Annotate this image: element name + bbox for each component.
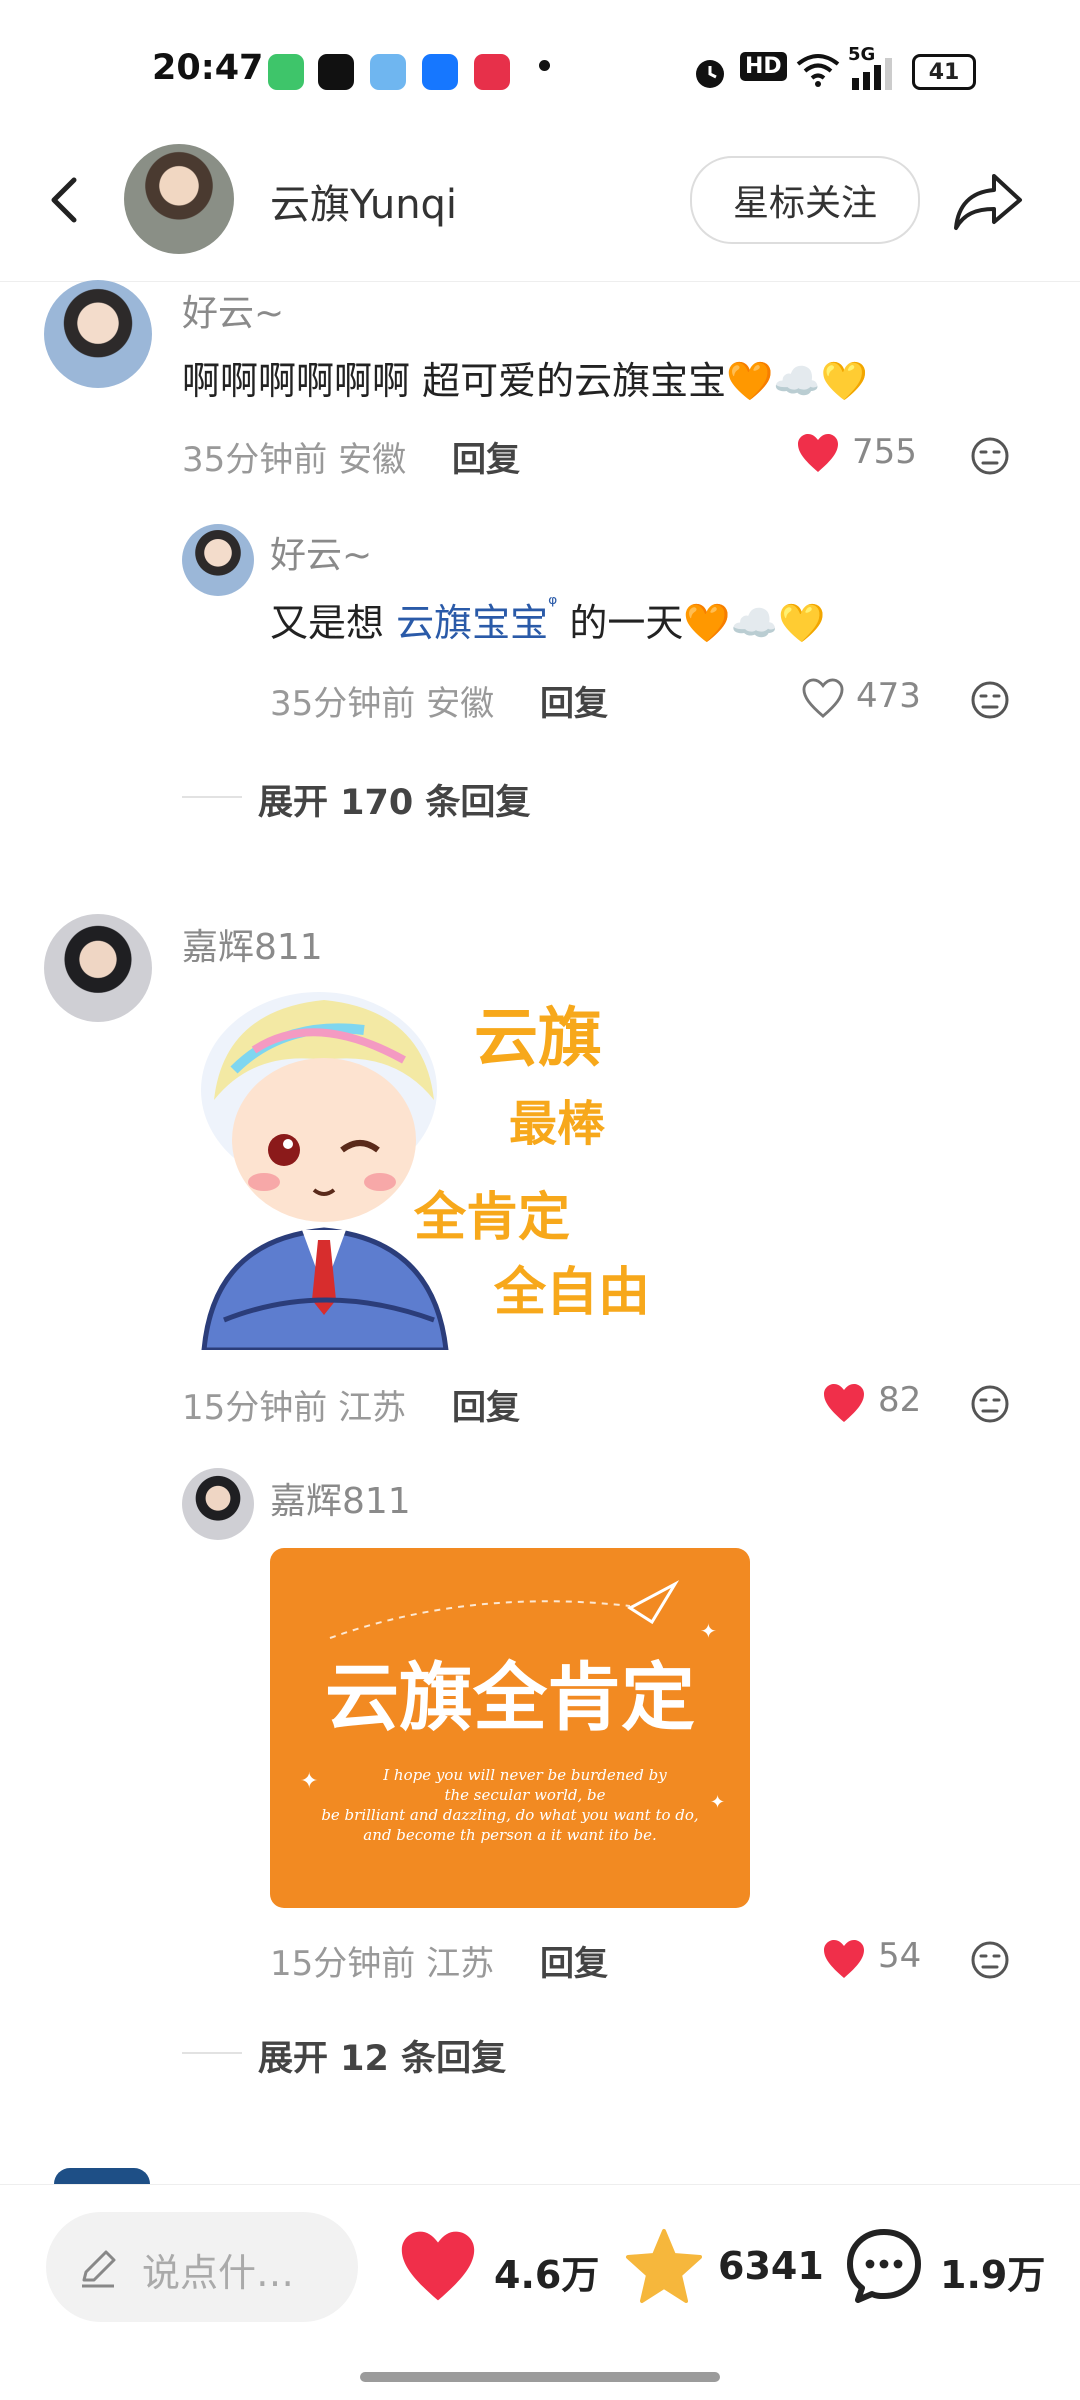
- comment-location: 江苏: [338, 1388, 407, 1428]
- weather-app-icon: [370, 54, 406, 90]
- wifi-icon: [796, 54, 840, 87]
- reply-button[interactable]: 回复: [540, 1936, 608, 1985]
- home-indicator[interactable]: [360, 2372, 720, 2382]
- sticker-text: 全自由: [493, 1263, 650, 1323]
- reply-text-suffix: 的一天🧡☁️💛: [569, 601, 826, 645]
- dislike-face-icon[interactable]: [970, 680, 1010, 720]
- like-total[interactable]: 4.6万: [494, 2244, 599, 2299]
- header-divider: [0, 281, 1080, 282]
- profile-name[interactable]: 云旗Yunqi: [270, 172, 457, 230]
- quote-sticker-icon: 云旗全肯定 I hope you will never be burdened …: [300, 1580, 725, 1844]
- sticker-image[interactable]: 云旗全肯定 I hope you will never be burdened …: [270, 1548, 750, 1908]
- comment-username[interactable]: 嘉辉811: [182, 918, 323, 970]
- comment-time: 35分钟前: [182, 440, 328, 480]
- comment-username[interactable]: 好云~: [182, 284, 284, 336]
- avatar[interactable]: [54, 2168, 150, 2184]
- like-count: 473: [856, 676, 921, 716]
- reply-location: 江苏: [426, 1944, 495, 1984]
- heart-filled-icon[interactable]: [796, 432, 840, 474]
- comment-meta: 15分钟前 江苏: [182, 1380, 406, 1429]
- star-follow-button[interactable]: 星标关注: [690, 156, 920, 244]
- comment-bubble-icon[interactable]: [844, 2226, 924, 2306]
- back-icon[interactable]: [36, 170, 96, 230]
- svg-text:✦: ✦: [300, 1769, 318, 1794]
- sticker-line: the secular world, be: [444, 1786, 605, 1804]
- reply-text-prefix: 又是想: [270, 601, 385, 645]
- comment-location: 安徽: [338, 440, 407, 480]
- sticker-text: 全肯定: [413, 1188, 570, 1248]
- avatar[interactable]: [44, 914, 152, 1022]
- svg-text:✦: ✦: [710, 1792, 725, 1813]
- reply-button[interactable]: 回复: [452, 1380, 520, 1429]
- sticker-line: be brilliant and dazzling, do what you w…: [321, 1806, 698, 1824]
- sticker-line: I hope you will never be burdened by: [382, 1766, 667, 1784]
- sticker-text: 最棒: [509, 1096, 606, 1152]
- comment-meta: 35分钟前 安徽: [182, 432, 406, 481]
- mention-link[interactable]: 云旗宝宝: [396, 601, 548, 645]
- svg-text:✦: ✦: [700, 1619, 717, 1643]
- favorite-total[interactable]: 6341: [718, 2244, 824, 2288]
- avatar[interactable]: [44, 280, 152, 388]
- heart-filled-icon[interactable]: [822, 1938, 866, 1980]
- dislike-face-icon[interactable]: [970, 1384, 1010, 1424]
- avatar[interactable]: [182, 1468, 254, 1540]
- alarm-icon: [696, 60, 724, 88]
- comment-text: 啊啊啊啊啊啊 超可爱的云旗宝宝🧡☁️💛: [182, 359, 869, 403]
- share-icon[interactable]: [950, 164, 1026, 240]
- sticker-title: 云旗全肯定: [325, 1655, 695, 1741]
- sticker-line: and become th person a it want ito be.: [363, 1826, 656, 1844]
- sticker-image[interactable]: 云旗 最棒 全肯定 全自由: [184, 990, 654, 1353]
- sticker-text: 云旗: [474, 1002, 602, 1076]
- comment-time: 15分钟前: [182, 1388, 328, 1428]
- app-icon: [474, 54, 510, 90]
- like-count: 755: [852, 432, 917, 472]
- status-time: 20:47: [152, 48, 264, 88]
- reply-button[interactable]: 回复: [540, 676, 608, 725]
- like-count: 82: [878, 1380, 922, 1420]
- heart-filled-icon[interactable]: [822, 1382, 866, 1424]
- profile-avatar[interactable]: [124, 144, 234, 254]
- notification-dot-icon: [539, 60, 550, 71]
- cartoon-sticker-icon: 云旗 最棒 全肯定 全自由: [201, 992, 652, 1353]
- reply-username[interactable]: 嘉辉811: [270, 1472, 411, 1524]
- heart-filled-icon[interactable]: [398, 2228, 478, 2304]
- heart-outline-icon[interactable]: [802, 678, 844, 718]
- reply-username[interactable]: 好云~: [270, 526, 372, 578]
- battery-indicator: 41: [912, 54, 976, 90]
- reply-location: 安徽: [426, 684, 495, 724]
- tiktok-app-icon: [318, 54, 354, 90]
- expand-replies-button[interactable]: 展开 12 条回复: [258, 2030, 506, 2081]
- comment-input-placeholder[interactable]: 说点什…: [142, 2242, 294, 2297]
- reply-meta: 35分钟前 安徽: [270, 676, 494, 725]
- reply-meta: 15分钟前 江苏: [270, 1936, 494, 1985]
- expand-replies-button[interactable]: 展开 170 条回复: [258, 774, 530, 825]
- dislike-face-icon[interactable]: [970, 436, 1010, 476]
- reply-button[interactable]: 回复: [452, 432, 520, 481]
- alipay-app-icon: [422, 54, 458, 90]
- avatar[interactable]: [182, 524, 254, 596]
- dislike-face-icon[interactable]: [970, 1940, 1010, 1980]
- like-count: 54: [878, 1936, 922, 1976]
- messages-app-icon: [268, 54, 304, 90]
- hd-badge: HD: [740, 52, 787, 81]
- bottom-divider: [0, 2184, 1080, 2185]
- signal-icon: [852, 58, 892, 90]
- reply-time: 15分钟前: [270, 1944, 416, 1984]
- reply-time: 35分钟前: [270, 684, 416, 724]
- comment-total[interactable]: 1.9万: [940, 2244, 1045, 2299]
- expand-divider: [182, 796, 242, 798]
- search-icon[interactable]: ᵠ: [548, 592, 557, 617]
- pencil-icon: [82, 2250, 116, 2288]
- expand-divider: [182, 2052, 242, 2054]
- reply-text: 又是想 云旗宝宝ᵠ 的一天🧡☁️💛: [270, 592, 825, 647]
- star-icon[interactable]: [624, 2226, 704, 2304]
